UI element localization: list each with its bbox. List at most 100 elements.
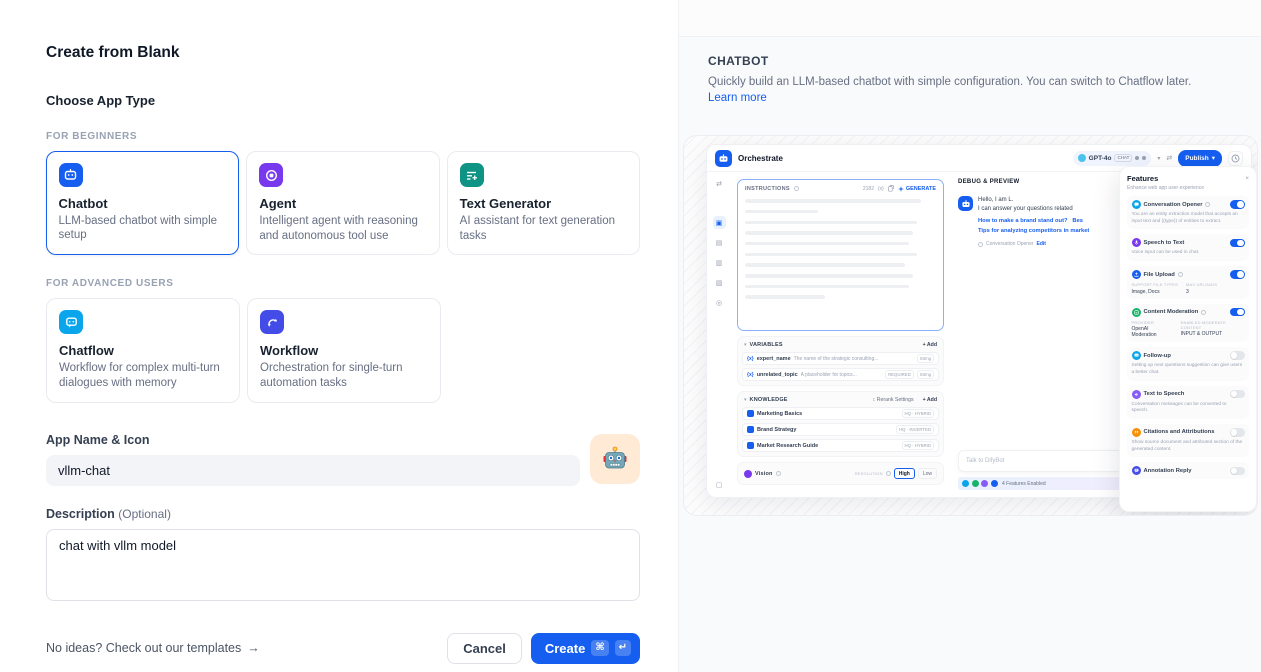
file-upload-icon: [1132, 270, 1141, 279]
resolution-high-button[interactable]: High: [894, 468, 915, 479]
knowledge-row[interactable]: Market Research Guide HQ · HYBRID: [742, 439, 939, 452]
card-workflow-title: Workflow: [260, 343, 428, 358]
content-moderation-icon: [1132, 308, 1141, 317]
suggested-question[interactable]: How to make a brand stand out? Bes: [978, 218, 1089, 224]
for-advanced-users-label: FOR ADVANCED USERS: [46, 278, 640, 289]
preview-description: Quickly build an LLM-based chatbot with …: [708, 74, 1208, 107]
rail-docs-icon[interactable]: ▥: [713, 256, 726, 269]
info-icon: [1201, 310, 1206, 315]
templates-link[interactable]: No ideas? Check out our templates→: [46, 641, 260, 655]
description-textarea[interactable]: chat with vllm model: [46, 529, 640, 601]
mock-instructions-panel[interactable]: INSTRUCTIONS 2182 {x} GENERATE: [737, 179, 944, 331]
variable-token-icon: {x}: [747, 356, 754, 362]
rail-globe-icon[interactable]: ◎: [713, 296, 726, 309]
rail-bottom-icon[interactable]: ▢: [713, 478, 726, 491]
info-icon: [776, 471, 781, 476]
speech-to-text-icon: [1132, 238, 1141, 247]
close-icon[interactable]: ×: [1245, 175, 1249, 182]
mock-variables-section: ▾ VARIABLES + Add {x} expert_name The na…: [737, 336, 944, 386]
follow-up-toggle[interactable]: [1230, 351, 1245, 360]
opener-feature-icon: [962, 480, 969, 487]
content-moderation-toggle[interactable]: [1230, 308, 1245, 317]
file-upload-toggle[interactable]: [1230, 270, 1245, 279]
swap-icon[interactable]: ⇄: [713, 177, 726, 190]
knowledge-row[interactable]: Brand Strategy HQ · INVERTED: [742, 423, 939, 436]
chevron-down-icon[interactable]: ▾: [744, 397, 747, 403]
preview-title: CHATBOT: [708, 54, 1232, 68]
agent-icon: [259, 163, 283, 187]
chevron-down-icon[interactable]: ▾: [744, 342, 747, 348]
cmd-key-icon: ⌘: [591, 640, 608, 656]
conversation-opener-toggle[interactable]: [1230, 200, 1245, 209]
opener-edit-button[interactable]: Edit: [1037, 241, 1046, 247]
suggested-question[interactable]: Tips for analyzing competitors in market: [978, 228, 1089, 234]
chatflow-icon: [59, 310, 83, 334]
card-chatflow[interactable]: Chatflow Workflow for complex multi-turn…: [46, 298, 240, 402]
resolution-low-button[interactable]: Low: [918, 468, 937, 479]
speech-feature-icon: [981, 480, 988, 487]
dify-bot-logo-icon: [715, 150, 732, 167]
upload-feature-icon: [991, 480, 998, 487]
feature-conversation-opener: Conversation Opener You are an entity ex…: [1127, 196, 1249, 229]
dataset-icon: [747, 426, 754, 433]
card-text-generator-desc: AI assistant for text generation tasks: [460, 214, 627, 243]
annotation-reply-toggle[interactable]: [1230, 467, 1245, 476]
card-text-generator[interactable]: Text Generator AI assistant for text gen…: [447, 151, 640, 255]
variable-token-icon: {x}: [878, 186, 884, 192]
rail-notes-icon[interactable]: ▧: [713, 276, 726, 289]
dataset-icon: [747, 410, 754, 417]
app-name-label: App Name & Icon: [46, 433, 580, 447]
model-provider-icon: [1078, 154, 1086, 162]
instructions-char-count: 2182: [863, 186, 874, 192]
copy-icon: [888, 185, 894, 192]
mock-chat-input[interactable]: Talk to DifyBot: [958, 450, 1143, 472]
mock-publish-button[interactable]: Publish▾: [1178, 150, 1222, 167]
card-chatbot[interactable]: Chatbot LLM-based chatbot with simple se…: [46, 151, 239, 255]
card-workflow[interactable]: Workflow Orchestration for single-turn a…: [247, 298, 441, 402]
variables-add-button[interactable]: + Add: [923, 342, 937, 348]
cancel-button[interactable]: Cancel: [447, 633, 522, 664]
advanced-cards: Chatflow Workflow for complex multi-turn…: [46, 298, 640, 402]
rail-orchestrate-icon[interactable]: ▣: [713, 216, 726, 229]
speech-to-text-toggle[interactable]: [1230, 239, 1245, 248]
model-chat-badge: CHAT: [1114, 154, 1132, 163]
app-name-input[interactable]: [46, 455, 580, 486]
feature-file-upload: File Upload SUPPORT FILE TYPESImage, Doc…: [1127, 266, 1249, 299]
mock-model-selector[interactable]: GPT-4o CHAT: [1073, 151, 1152, 166]
for-beginners-label: FOR BEGINNERS: [46, 131, 640, 142]
rerank-settings-button[interactable]: ↕ Rerank Settings: [873, 397, 914, 403]
citations-toggle[interactable]: [1230, 428, 1245, 437]
enter-key-icon: ↵: [615, 640, 631, 656]
variable-row[interactable]: {x} unrelated_topic A placeholder for to…: [742, 368, 939, 381]
knowledge-add-button[interactable]: + Add: [923, 397, 937, 403]
features-title: Features: [1127, 174, 1158, 183]
tune-icon[interactable]: ⇄: [1166, 154, 1172, 162]
learn-more-link[interactable]: Learn more: [708, 92, 767, 104]
chevron-down-icon: ▾: [1157, 155, 1160, 162]
required-badge: REQUIRED: [885, 370, 914, 379]
bot-avatar: [958, 196, 973, 211]
feature-annotation-reply: Annotation Reply: [1127, 462, 1249, 479]
resolution-label: RESOLUTION: [855, 471, 883, 476]
text-to-speech-toggle[interactable]: [1230, 390, 1245, 399]
feature-speech-to-text: Speech to Text Voice input can be used i…: [1127, 234, 1249, 261]
bot-greeting: Hello, I am L. I can answer your questio…: [978, 196, 1089, 214]
mock-features-panel: Features × Enhance web app user experien…: [1119, 166, 1257, 512]
create-button[interactable]: Create ⌘ ↵: [531, 633, 640, 664]
card-agent[interactable]: Agent Intelligent agent with reasoning a…: [246, 151, 439, 255]
variable-row[interactable]: {x} expert_name The name of the strategi…: [742, 352, 939, 365]
app-icon-picker[interactable]: [590, 434, 640, 484]
history-clock-icon[interactable]: [1228, 151, 1243, 166]
create-app-modal: Create from Blank Choose App Type FOR BE…: [0, 0, 678, 672]
rail-image-icon[interactable]: ▤: [713, 236, 726, 249]
card-chatbot-desc: LLM-based chatbot with simple setup: [59, 214, 227, 243]
features-subtitle: Enhance web app user experience: [1127, 185, 1249, 191]
card-text-generator-title: Text Generator: [460, 196, 627, 211]
features-enabled-count: 4 Features Enabled: [1002, 481, 1046, 487]
generate-button[interactable]: GENERATE: [898, 186, 936, 192]
info-icon: [794, 186, 799, 191]
retrieval-badge: HQ · INVERTED: [896, 425, 934, 434]
knowledge-row[interactable]: Marketing Basics HQ · HYBRID: [742, 407, 939, 420]
features-enabled-strip: 4 Features Enabled: [958, 477, 1143, 490]
mock-left-rail: ⇄ ▣ ▤ ▥ ▧ ◎ ▢: [707, 172, 731, 497]
